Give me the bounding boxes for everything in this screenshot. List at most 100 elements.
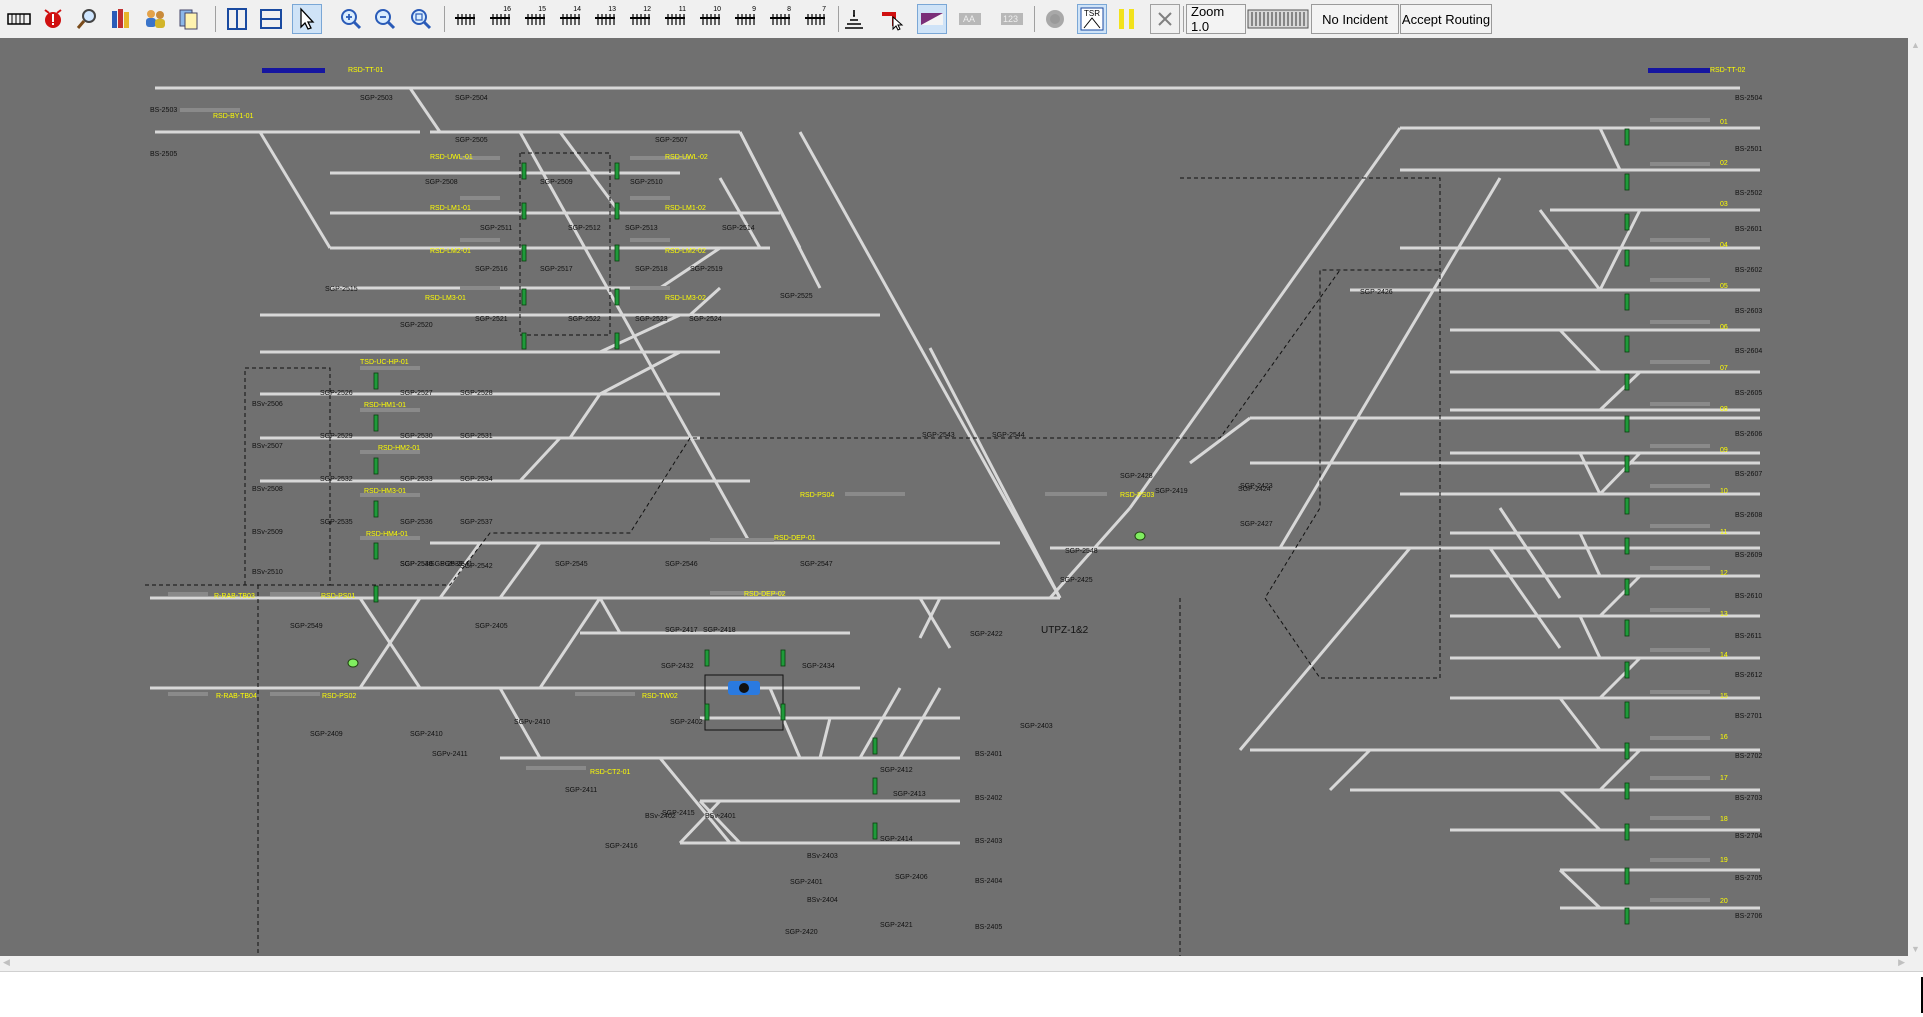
track-button-9[interactable]: 9 xyxy=(730,4,760,34)
tt-block-bar xyxy=(1648,68,1710,73)
track-layout-diagram[interactable]: UTPZ-1&2 RSD-TT-01 RSD-TT-02 RSD-BY1-01 RSD-… xyxy=(0,38,1908,956)
track-diagram-canvas[interactable]: UTPZ-1&2 RSD-TT-01 RSD-TT-02 RSD-BY1-01 RSD-… xyxy=(0,38,1908,956)
number-display-icon[interactable]: 123 xyxy=(997,4,1027,34)
books-icon[interactable] xyxy=(106,4,136,34)
platform-number: 01 xyxy=(1720,119,1728,126)
block-section xyxy=(630,238,670,242)
signal-label: SGP-2532 xyxy=(320,476,353,483)
accept-routing-button[interactable]: Accept Routing xyxy=(1400,4,1492,34)
buffer-stop-label: BSv-2404 xyxy=(807,897,838,904)
section-label: RSD-DEP-02 xyxy=(744,591,786,598)
zoom-in-icon[interactable] xyxy=(336,4,366,34)
signal-label: SGP-2533 xyxy=(400,476,433,483)
platform-number: 07 xyxy=(1720,365,1728,372)
buffer-stop-label: BSv-2401 xyxy=(705,813,736,820)
track-button-12[interactable]: 12 xyxy=(625,4,655,34)
buffer-stop-label: BS-2602 xyxy=(1735,267,1762,274)
signal-marker xyxy=(1624,867,1630,885)
signal-label: SGP-2421 xyxy=(880,922,913,929)
block-section xyxy=(168,592,208,596)
signal-marker xyxy=(704,703,710,721)
platform-number: 15 xyxy=(1720,693,1728,700)
scroll-down-icon[interactable]: ▼ xyxy=(1911,944,1920,954)
search-icon[interactable] xyxy=(72,4,102,34)
track-button-11[interactable]: 11 xyxy=(660,4,690,34)
text-display-icon[interactable]: AA xyxy=(955,4,985,34)
track-segment xyxy=(698,799,742,845)
horizontal-scrollbar[interactable]: ◀ ▶ xyxy=(0,956,1908,971)
track-segment xyxy=(1128,127,1402,509)
pointer-icon[interactable] xyxy=(292,4,322,34)
signal-label: SGP-2504 xyxy=(455,95,488,102)
vertical-scrollbar[interactable]: ▲ ▼ xyxy=(1908,38,1923,956)
section-label: RSD-LM1-02 xyxy=(665,205,706,212)
close-icon[interactable] xyxy=(1150,4,1180,34)
users-icon[interactable] xyxy=(140,4,170,34)
track-segment xyxy=(1578,452,1602,495)
signal-label: SGP-2536 xyxy=(400,519,433,526)
signal-label: SGP-2546 xyxy=(665,561,698,568)
block-section xyxy=(1650,648,1710,652)
block-section xyxy=(1650,444,1710,448)
zoom-out-icon[interactable] xyxy=(370,4,400,34)
zoom-fit-icon[interactable] xyxy=(406,4,436,34)
track-segment xyxy=(1558,788,1602,832)
signal-label: SGPv-2411 xyxy=(432,751,468,758)
section-label: RSD-PS03 xyxy=(1120,492,1154,499)
track-view-icon[interactable] xyxy=(4,4,34,34)
signal-label: SGP-2530 xyxy=(400,433,433,440)
block-section xyxy=(360,366,420,370)
block-section xyxy=(1650,816,1710,820)
signal-label: SGP-2515 xyxy=(325,286,358,293)
color-theme-icon[interactable] xyxy=(917,4,947,34)
track-segment xyxy=(1558,697,1602,751)
block-section xyxy=(1650,776,1710,780)
alarm-icon[interactable] xyxy=(38,4,68,34)
documents-icon[interactable] xyxy=(174,4,204,34)
track-button-13[interactable]: 13 xyxy=(590,4,620,34)
signal-label: SGP-2505 xyxy=(455,137,488,144)
route-cursor-icon[interactable] xyxy=(877,4,907,34)
track-segment xyxy=(598,597,622,634)
signal-marker xyxy=(373,457,379,475)
track-number-label: 12 xyxy=(643,6,651,13)
section-label: RSD-LM3-01 xyxy=(425,295,466,302)
scroll-left-icon[interactable]: ◀ xyxy=(3,957,10,968)
zoom-level-display: Zoom 1.0 xyxy=(1186,4,1246,34)
track-segment xyxy=(928,347,1062,599)
section-label: RSD-UWL-01 xyxy=(430,154,473,161)
track-button-8[interactable]: 8 xyxy=(765,4,795,34)
platform-stairs-icon[interactable] xyxy=(839,4,869,34)
track-overview-icon[interactable] xyxy=(1246,6,1310,32)
scroll-up-icon[interactable]: ▲ xyxy=(1911,40,1920,50)
buffer-stop-label: BS-2607 xyxy=(1735,471,1762,478)
signal-marker xyxy=(373,500,379,518)
platform-number: 11 xyxy=(1720,529,1727,536)
horizontal-split-icon[interactable] xyxy=(256,4,286,34)
incident-button[interactable]: No Incident xyxy=(1311,4,1399,34)
track-segment xyxy=(738,131,822,289)
buffer-stop-label: BSv-2508 xyxy=(252,486,283,493)
scroll-right-icon[interactable]: ▶ xyxy=(1898,957,1905,968)
signal-label: SGP-2412 xyxy=(880,767,913,774)
pause-icon[interactable] xyxy=(1112,4,1142,34)
block-section xyxy=(460,196,500,200)
buffer-stop-label: BSv-2507 xyxy=(252,443,283,450)
track-button-15[interactable]: 15 xyxy=(520,4,550,34)
platform-number: 05 xyxy=(1720,283,1728,290)
tsr-icon[interactable]: TSR xyxy=(1077,4,1107,34)
train-wheel-icon xyxy=(739,683,749,693)
buffer-stop-label: BS-2610 xyxy=(1735,593,1762,600)
vertical-split-icon[interactable] xyxy=(222,4,252,34)
track-button-7[interactable]: 7 xyxy=(800,4,830,34)
track-button-16[interactable]: 16 xyxy=(485,4,515,34)
track-button-14[interactable]: 14 xyxy=(555,4,585,34)
track-button-10[interactable]: 10 xyxy=(695,4,725,34)
signal-marker xyxy=(373,585,379,603)
signal-label: SGP-2514 xyxy=(722,225,755,232)
track-segment xyxy=(1578,532,1602,577)
track-button-all[interactable] xyxy=(450,4,480,34)
gear-icon[interactable] xyxy=(1040,4,1070,34)
signal-marker xyxy=(373,372,379,390)
track-segment xyxy=(1598,656,1642,700)
